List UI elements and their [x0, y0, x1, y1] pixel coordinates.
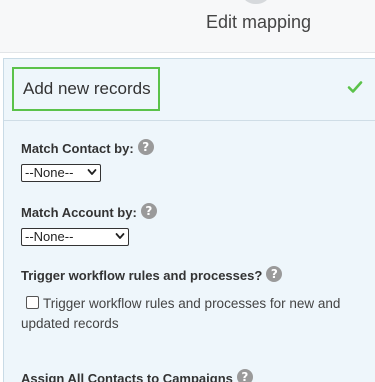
- trigger-workflow-label-row: Trigger workflow rules and processes??: [21, 266, 283, 283]
- step-title: Edit mapping: [205, 12, 312, 32]
- trigger-workflow-label: Trigger workflow rules and processes?: [21, 268, 263, 283]
- help-icon[interactable]: ?: [266, 266, 283, 282]
- wizard-step-header: Edit mapping: [0, 0, 375, 53]
- match-account-selected: --None--: [25, 229, 74, 244]
- match-account-label: Match Account by:: [21, 205, 137, 220]
- step-indicator: [243, 0, 269, 4]
- match-contact-label: Match Contact by:: [21, 141, 134, 156]
- match-contact-select[interactable]: --None--: [21, 164, 101, 182]
- assign-campaigns-label: Assign All Contacts to Campaigns: [21, 371, 233, 382]
- assign-campaigns-label-row: Assign All Contacts to Campaigns?: [21, 369, 253, 382]
- match-contact-label-row: Match Contact by:?: [21, 139, 154, 156]
- match-account-label-row: Match Account by:?: [21, 203, 157, 220]
- help-icon[interactable]: ?: [137, 139, 154, 155]
- help-icon[interactable]: ?: [140, 203, 157, 219]
- help-icon[interactable]: ?: [236, 369, 253, 382]
- panel-header[interactable]: Add new records: [4, 59, 375, 121]
- import-wizard-page: Edit mapping Add new records Match Conta…: [0, 0, 375, 382]
- match-contact-selected: --None--: [25, 165, 74, 180]
- trigger-workflow-option[interactable]: Trigger workflow rules and processes for…: [21, 294, 366, 334]
- chevron-down-icon: [87, 169, 97, 175]
- section-title: Add new records: [12, 67, 160, 111]
- add-new-records-panel: Add new records Match Contact by:? --Non…: [3, 58, 375, 382]
- match-account-select[interactable]: --None--: [21, 228, 129, 246]
- trigger-workflow-checkbox-label: Trigger workflow rules and processes for…: [21, 296, 341, 331]
- chevron-down-icon: [115, 233, 125, 239]
- trigger-workflow-checkbox[interactable]: [26, 296, 39, 309]
- check-icon: [347, 81, 363, 93]
